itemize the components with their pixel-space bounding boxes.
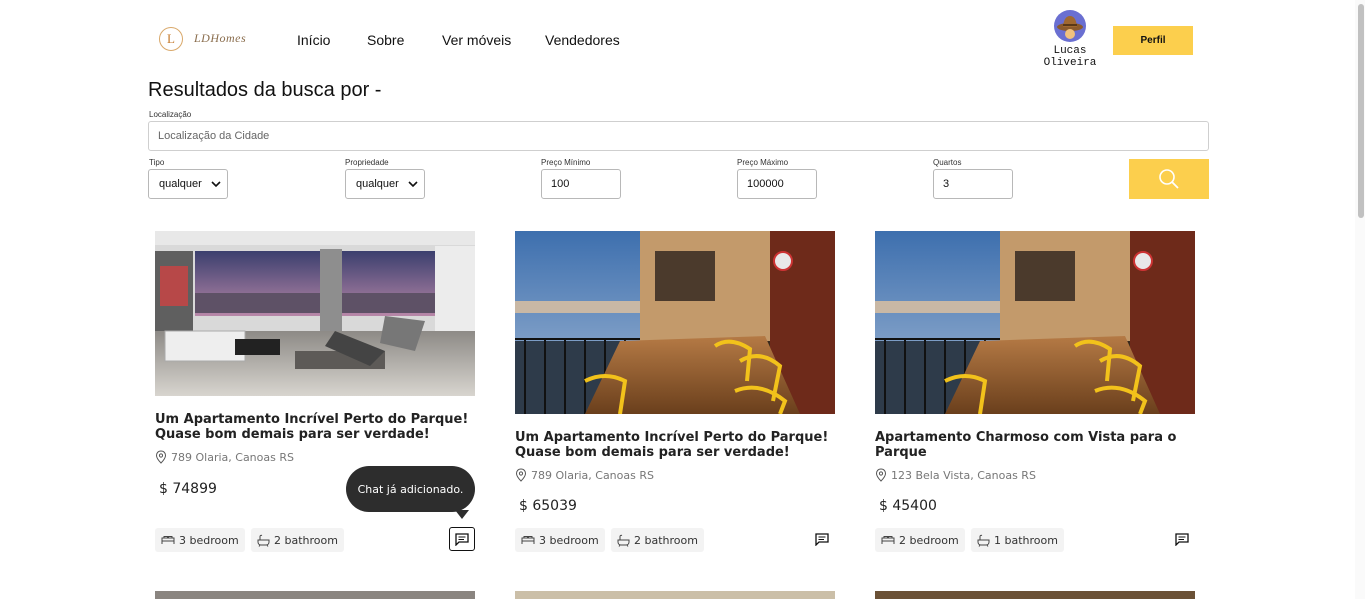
chat-icon xyxy=(1175,532,1189,546)
listing-image[interactable] xyxy=(515,591,835,599)
preco-max-input[interactable]: 100000 xyxy=(737,169,817,199)
bath-icon xyxy=(617,534,630,547)
listing-image[interactable] xyxy=(515,231,835,414)
bathroom-chip: 2 bathroom xyxy=(611,528,704,552)
quartos-input[interactable]: 3 xyxy=(933,169,1013,199)
chat-button[interactable] xyxy=(449,527,475,551)
nav-ver-moveis[interactable]: Ver móveis xyxy=(442,32,511,48)
bedroom-chip: 3 bedroom xyxy=(155,528,245,552)
location-label: Localização xyxy=(149,110,192,119)
chevron-down-icon xyxy=(408,181,418,188)
user-first-name: Lucas xyxy=(1053,45,1087,57)
nav-vendedores[interactable]: Vendedores xyxy=(545,32,620,48)
tipo-select-value: qualquer xyxy=(159,178,202,190)
listing-title[interactable]: Apartamento Charmoso com Vista para o Pa… xyxy=(875,430,1195,460)
bathroom-chip: 1 bathroom xyxy=(971,528,1064,552)
listing-image[interactable] xyxy=(155,591,475,599)
bedroom-count: 3 bedroom xyxy=(539,533,599,547)
listing-image[interactable] xyxy=(875,591,1195,599)
user-last-name: Oliveira xyxy=(1043,57,1097,69)
bathroom-count: 2 bathroom xyxy=(634,533,698,547)
search-button[interactable] xyxy=(1129,159,1209,199)
page-title: Resultados da busca por - xyxy=(148,79,382,101)
bathroom-count: 1 bathroom xyxy=(994,533,1058,547)
propriedade-select[interactable]: qualquer xyxy=(345,169,425,199)
bath-icon xyxy=(257,534,270,547)
preco-min-label: Preço Mínimo xyxy=(541,158,591,167)
logo-icon[interactable]: L xyxy=(159,27,183,51)
logo-letter: L xyxy=(167,31,175,46)
listing-price: $ 74899 xyxy=(159,481,217,497)
logo-text[interactable]: LDHomes xyxy=(194,31,246,46)
location-pin-icon xyxy=(155,450,167,464)
propriedade-select-value: qualquer xyxy=(356,178,399,190)
chat-button[interactable] xyxy=(812,529,832,549)
tooltip-arrow xyxy=(455,510,469,519)
location-pin-icon xyxy=(515,468,527,482)
bedroom-count: 3 bedroom xyxy=(179,533,239,547)
listing-address: 123 Bela Vista, Canoas RS xyxy=(875,468,1036,482)
location-pin-icon xyxy=(875,468,887,482)
preco-min-input[interactable]: 100 xyxy=(541,169,621,199)
listing-address: 789 Olaria, Canoas RS xyxy=(515,468,654,482)
listing-address-text: 789 Olaria, Canoas RS xyxy=(171,450,294,464)
scrollbar-thumb[interactable] xyxy=(1358,4,1364,218)
listing-address-text: 789 Olaria, Canoas RS xyxy=(531,468,654,482)
listing-price: $ 45400 xyxy=(879,498,937,514)
location-input[interactable]: Localização da Cidade xyxy=(148,121,1209,151)
listing-title[interactable]: Um Apartamento Incrível Perto do Parque!… xyxy=(515,430,835,460)
listing-address-text: 123 Bela Vista, Canoas RS xyxy=(891,468,1036,482)
preco-max-label: Preço Máximo xyxy=(737,158,789,167)
bed-icon xyxy=(521,536,535,544)
quartos-label: Quartos xyxy=(933,158,962,167)
avatar[interactable] xyxy=(1054,10,1086,42)
bedroom-chip: 2 bedroom xyxy=(875,528,965,552)
chat-button[interactable] xyxy=(1172,529,1192,549)
chat-icon xyxy=(455,532,469,546)
chat-icon xyxy=(815,532,829,546)
bedroom-count: 2 bedroom xyxy=(899,533,959,547)
listing-address: 789 Olaria, Canoas RS xyxy=(155,450,294,464)
chat-tooltip: Chat já adicionado. xyxy=(346,466,475,512)
nav-inicio[interactable]: Início xyxy=(297,32,330,48)
tipo-select[interactable]: qualquer xyxy=(148,169,228,199)
listing-title[interactable]: Um Apartamento Incrível Perto do Parque!… xyxy=(155,412,475,442)
profile-button[interactable]: Perfil xyxy=(1113,26,1193,55)
nav-sobre[interactable]: Sobre xyxy=(367,32,404,48)
bath-icon xyxy=(977,534,990,547)
bathroom-chip: 2 bathroom xyxy=(251,528,344,552)
chevron-down-icon xyxy=(211,181,221,188)
bed-icon xyxy=(881,536,895,544)
search-icon xyxy=(1159,169,1179,189)
user-name: Lucas Oliveira xyxy=(1036,45,1104,69)
bedroom-chip: 3 bedroom xyxy=(515,528,605,552)
bed-icon xyxy=(161,536,175,544)
listing-image[interactable] xyxy=(155,231,475,396)
listing-price: $ 65039 xyxy=(519,498,577,514)
tipo-label: Tipo xyxy=(149,158,165,167)
bathroom-count: 2 bathroom xyxy=(274,533,338,547)
listing-image[interactable] xyxy=(875,231,1195,414)
propriedade-label: Propriedade xyxy=(345,158,389,167)
